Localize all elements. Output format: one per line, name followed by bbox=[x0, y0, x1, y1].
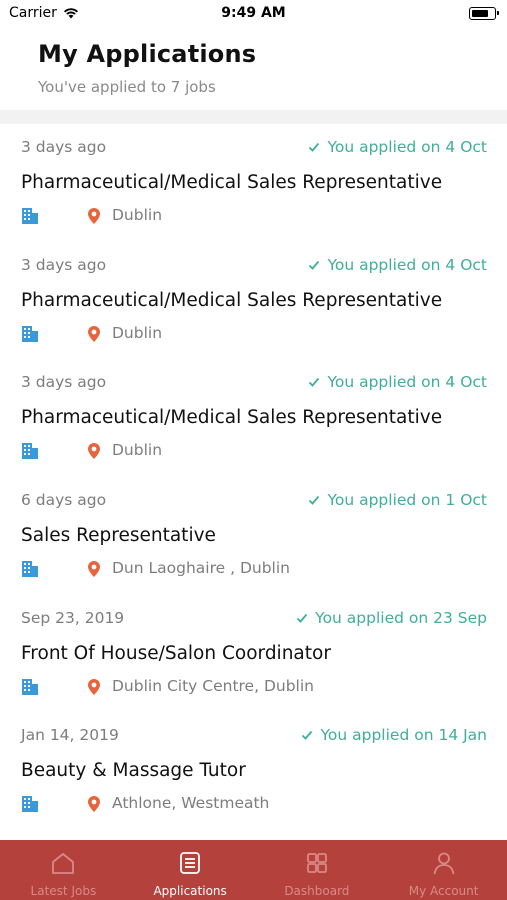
job-meta: Dun Laoghaire , Dublin bbox=[21, 559, 491, 579]
applied-status: You applied on 23 Sep bbox=[296, 609, 487, 627]
document-icon bbox=[180, 852, 201, 874]
job-title: Front Of House/Salon Coordinator bbox=[21, 642, 331, 664]
location-pin-icon bbox=[88, 678, 100, 695]
application-card[interactable]: 6 days ago You applied on 1 Oct Sales Re… bbox=[0, 477, 507, 595]
battery-icon bbox=[469, 7, 499, 20]
location-pin-icon bbox=[88, 561, 100, 578]
applied-status: You applied on 14 Jan bbox=[301, 726, 487, 744]
check-icon bbox=[309, 260, 320, 270]
job-location: Dublin City Centre, Dublin bbox=[112, 676, 314, 695]
job-title: Sales Representative bbox=[21, 525, 216, 547]
tab-label: Applications bbox=[153, 884, 227, 898]
tab-dashboard[interactable]: Dashboard bbox=[254, 840, 381, 900]
check-icon bbox=[309, 378, 320, 388]
job-title: Beauty & Massage Tutor bbox=[21, 760, 246, 782]
application-card[interactable]: 3 days ago You applied on 4 Oct Pharmace… bbox=[0, 359, 507, 477]
clock: 9:49 AM bbox=[221, 5, 286, 21]
posted-date: Jan 14, 2019 bbox=[21, 726, 119, 745]
tab-latest-jobs[interactable]: Latest Jobs bbox=[0, 840, 127, 900]
location-pin-icon bbox=[88, 443, 100, 460]
job-location: Dublin bbox=[112, 441, 163, 460]
posted-date: 3 days ago bbox=[21, 373, 107, 392]
check-icon bbox=[309, 495, 320, 505]
job-title: Pharmaceutical/Medical Sales Representat… bbox=[21, 407, 443, 429]
check-icon bbox=[297, 613, 308, 623]
applied-date: You applied on 14 Jan bbox=[320, 726, 487, 745]
building-icon bbox=[22, 796, 38, 813]
location-pin-icon bbox=[88, 796, 100, 813]
applications-count: You've applied to 7 jobs bbox=[38, 78, 216, 96]
job-location: Dublin bbox=[112, 206, 163, 224]
application-card[interactable]: 3 days ago You applied on 4 Oct Pharmace… bbox=[0, 124, 507, 242]
building-icon bbox=[22, 208, 38, 224]
page-title: My Applications bbox=[38, 40, 257, 68]
application-card[interactable]: 3 days ago You applied on 4 Oct Pharmace… bbox=[0, 242, 507, 360]
building-icon bbox=[22, 561, 38, 578]
applied-status: You applied on 1 Oct bbox=[308, 491, 487, 509]
tab-bar: Latest Jobs Applications Dashboard My Ac… bbox=[0, 840, 507, 900]
location-pin-icon bbox=[88, 208, 100, 224]
check-icon bbox=[309, 142, 320, 152]
header-divider bbox=[0, 110, 507, 124]
applied-date: You applied on 4 Oct bbox=[327, 255, 487, 274]
job-meta: Dublin bbox=[21, 324, 491, 344]
tab-my-account[interactable]: My Account bbox=[380, 840, 507, 900]
tab-label: Latest Jobs bbox=[30, 884, 97, 898]
job-meta: Dublin bbox=[21, 206, 491, 226]
posted-date: 6 days ago bbox=[21, 491, 107, 510]
tab-label: Dashboard bbox=[284, 884, 350, 898]
user-icon bbox=[433, 852, 455, 875]
posted-date: 3 days ago bbox=[21, 138, 107, 156]
applied-date: You applied on 4 Oct bbox=[327, 373, 487, 392]
job-location: Dun Laoghaire , Dublin bbox=[112, 559, 290, 578]
check-icon bbox=[302, 731, 313, 741]
applied-date: You applied on 4 Oct bbox=[327, 138, 487, 156]
applications-list: 3 days ago You applied on 4 Oct Pharmace… bbox=[0, 124, 507, 830]
job-meta: Dublin City Centre, Dublin bbox=[21, 677, 491, 697]
applied-status: You applied on 4 Oct bbox=[308, 256, 487, 274]
job-location: Dublin bbox=[112, 323, 163, 342]
tab-label: My Account bbox=[408, 884, 479, 898]
posted-date: Sep 23, 2019 bbox=[21, 608, 125, 627]
home-icon bbox=[52, 853, 75, 874]
building-icon bbox=[22, 325, 38, 342]
grid-icon bbox=[306, 853, 327, 873]
application-card[interactable]: Sep 23, 2019 You applied on 23 Sep Front… bbox=[0, 595, 507, 713]
posted-date: 3 days ago bbox=[21, 255, 107, 274]
status-bar: Carrier 9:49 AM bbox=[0, 0, 507, 28]
job-title: Pharmaceutical/Medical Sales Representat… bbox=[21, 172, 443, 193]
applied-status: You applied on 4 Oct bbox=[308, 373, 487, 391]
applied-date: You applied on 1 Oct bbox=[327, 491, 487, 510]
job-meta: Dublin bbox=[21, 441, 491, 461]
tab-applications[interactable]: Applications bbox=[127, 840, 254, 900]
job-location: Athlone, Westmeath bbox=[112, 794, 270, 813]
applied-date: You applied on 23 Sep bbox=[315, 608, 487, 627]
applied-status: You applied on 4 Oct bbox=[308, 138, 487, 156]
building-icon bbox=[22, 443, 38, 460]
building-icon bbox=[22, 678, 38, 695]
page-header: My Applications You've applied to 7 jobs bbox=[0, 28, 507, 110]
job-title: Pharmaceutical/Medical Sales Representat… bbox=[21, 289, 443, 311]
job-meta: Athlone, Westmeath bbox=[21, 794, 491, 814]
application-card[interactable]: Jan 14, 2019 You applied on 14 Jan Beaut… bbox=[0, 712, 507, 830]
location-pin-icon bbox=[88, 325, 100, 342]
